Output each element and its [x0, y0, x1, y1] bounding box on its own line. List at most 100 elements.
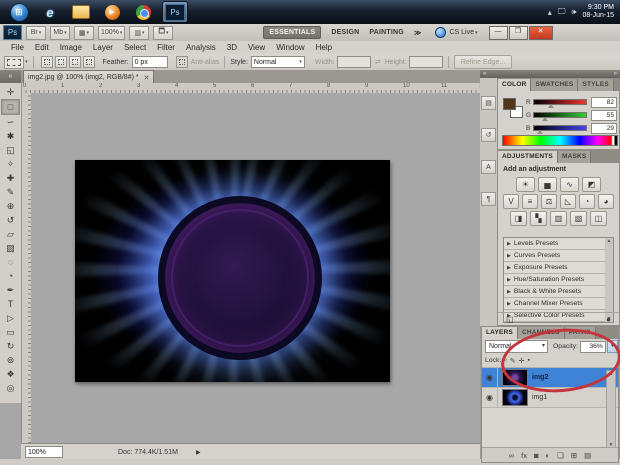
blend-mode-select[interactable]: Normal: [485, 340, 548, 353]
arrange-documents-icon[interactable]: ▥ ▾: [129, 25, 150, 40]
chrome-icon[interactable]: [131, 2, 155, 22]
hand-tool[interactable]: ❖: [2, 367, 19, 381]
cs-live-button[interactable]: CS Live ▾: [435, 27, 478, 38]
character-panel-icon[interactable]: A: [481, 160, 496, 174]
path-selection-tool[interactable]: ▷: [2, 311, 19, 325]
menu-item[interactable]: 3D: [227, 43, 237, 52]
layer-name[interactable]: img1: [532, 394, 547, 401]
tab-styles[interactable]: STYLES: [578, 79, 614, 91]
preset-list-item[interactable]: ▶ Levels Presets: [504, 238, 610, 250]
layer-row[interactable]: ◉ img1: [482, 388, 618, 408]
tab-layers[interactable]: LAYERS: [482, 327, 518, 339]
layer-thumbnail[interactable]: [502, 389, 528, 406]
black-white-icon[interactable]: ◺: [560, 194, 576, 209]
workspace-essentials[interactable]: ESSENTIALS: [263, 26, 322, 39]
new-layer-icon[interactable]: ⊞: [571, 451, 577, 460]
lock-transparency-icon[interactable]: ▫: [504, 357, 506, 365]
restore-button[interactable]: ❐: [508, 25, 528, 40]
document-size-readout[interactable]: Doc: 774.4K/1.51M: [118, 449, 178, 456]
shape-tool[interactable]: ▭: [2, 325, 19, 339]
workspace-painting[interactable]: PAINTING: [369, 29, 404, 36]
document-tab[interactable]: img2.jpg @ 100% (img2, RGB/8#) * ✕: [23, 70, 155, 84]
preset-list-item[interactable]: ▶ Hue/Saturation Presets: [504, 274, 610, 286]
menu-item[interactable]: Help: [316, 43, 332, 52]
link-layers-icon[interactable]: ∞: [509, 451, 514, 460]
menu-item[interactable]: View: [248, 43, 265, 52]
hue-saturation-icon[interactable]: ≡: [522, 194, 538, 209]
presets-scrollbar[interactable]: ▲ ▼: [605, 237, 614, 323]
scroll-up-icon[interactable]: ▲: [605, 238, 613, 244]
lock-all-icon[interactable]: ▪: [527, 357, 529, 365]
channel-slider[interactable]: [533, 99, 587, 108]
zoom-level[interactable]: 100% ▾: [98, 25, 126, 40]
menu-item[interactable]: Window: [276, 43, 304, 52]
channel-slider[interactable]: [533, 112, 587, 121]
menu-item[interactable]: Edit: [35, 43, 49, 52]
close-button[interactable]: ✕: [528, 25, 553, 40]
document-image[interactable]: [75, 160, 390, 382]
blur-tool[interactable]: ◌: [2, 255, 19, 269]
menu-item[interactable]: File: [11, 43, 24, 52]
feather-input[interactable]: 0 px: [131, 56, 168, 68]
history-brush-tool[interactable]: ↺: [2, 213, 19, 227]
opacity-dropdown-icon[interactable]: ▾: [606, 340, 618, 353]
status-options-arrow[interactable]: ▶: [196, 449, 201, 456]
mini-bridge-icon[interactable]: Mb ▾: [50, 25, 70, 40]
invert-icon[interactable]: ◨: [510, 211, 527, 226]
slider-knob-icon[interactable]: [547, 104, 554, 108]
style-select[interactable]: Normal ▾: [250, 56, 305, 68]
file-explorer-icon[interactable]: [69, 2, 93, 22]
collapse-dock-icon[interactable]: «: [483, 70, 486, 78]
opacity-value-input[interactable]: 36%: [579, 340, 606, 353]
channel-slider[interactable]: [533, 125, 587, 134]
clip-to-layer-icon[interactable]: ●: [606, 315, 611, 324]
collapse-dock-icon[interactable]: »: [614, 70, 617, 78]
quick-selection-tool[interactable]: ✱: [2, 129, 19, 143]
clone-stamp-tool[interactable]: ⊕: [2, 199, 19, 213]
pen-tool[interactable]: ✒: [2, 283, 19, 297]
new-adjustment-layer-icon[interactable]: ◐: [546, 451, 551, 460]
photo-filter-icon[interactable]: ◔: [579, 194, 595, 209]
tab-channels[interactable]: CHANNELS: [517, 327, 565, 339]
move-tool[interactable]: ✛: [2, 85, 19, 99]
new-group-icon[interactable]: ❏: [557, 451, 564, 460]
curves-icon[interactable]: ∿: [560, 177, 579, 192]
preset-list-item[interactable]: ▶ Exposure Presets: [504, 262, 610, 274]
height-input[interactable]: [408, 56, 443, 68]
tools-panel-collapse-icon[interactable]: «: [0, 70, 22, 83]
channel-value-input[interactable]: 82: [591, 96, 617, 108]
menu-item[interactable]: Filter: [157, 43, 175, 52]
bridge-icon[interactable]: Br ▾: [26, 25, 46, 40]
vibrance-icon[interactable]: V: [503, 194, 519, 209]
zoom-tool[interactable]: ◎: [2, 381, 19, 395]
paragraph-panel-icon[interactable]: ¶: [481, 192, 496, 206]
workspace-overflow-button[interactable]: ≫: [414, 29, 422, 37]
layer-visibility-eye-icon[interactable]: ◉: [482, 368, 498, 387]
expand-arrow-icon[interactable]: ▶: [507, 289, 511, 295]
start-button[interactable]: ⊞ ⊞: [7, 2, 31, 22]
preset-list-item[interactable]: ▶ Black & White Presets: [504, 286, 610, 298]
subtract-from-selection-icon[interactable]: [68, 56, 81, 68]
menu-item[interactable]: Select: [124, 43, 146, 52]
slider-knob-icon[interactable]: [542, 117, 549, 121]
spot-healing-brush-tool[interactable]: ✚: [2, 171, 19, 185]
lock-image-icon[interactable]: ✎: [510, 357, 516, 365]
layer-name[interactable]: img2: [532, 374, 548, 381]
lasso-tool[interactable]: ∽: [2, 115, 19, 129]
expand-arrow-icon[interactable]: ▶: [507, 301, 511, 307]
layer-visibility-eye-icon[interactable]: ◉: [482, 388, 498, 407]
photoshop-taskbar-icon[interactable]: Ps Ps: [162, 1, 188, 23]
history-panel-icon[interactable]: ↺: [481, 128, 496, 142]
expand-arrow-icon[interactable]: ▶: [507, 241, 511, 247]
exposure-icon[interactable]: ◩: [582, 177, 601, 192]
tab-masks[interactable]: MASKS: [557, 151, 592, 163]
color-balance-icon[interactable]: ⚖: [541, 194, 557, 209]
dodge-tool[interactable]: ◔: [2, 269, 19, 283]
intersect-selection-icon[interactable]: [82, 56, 95, 68]
lock-position-icon[interactable]: ✛: [519, 357, 525, 365]
add-to-selection-icon[interactable]: [54, 56, 67, 68]
slider-knob-icon[interactable]: [536, 130, 543, 134]
channel-value-input[interactable]: 55: [591, 109, 617, 121]
layer-row[interactable]: ◉ img2: [482, 368, 618, 388]
3d-rotate-tool[interactable]: ↻: [2, 339, 19, 353]
